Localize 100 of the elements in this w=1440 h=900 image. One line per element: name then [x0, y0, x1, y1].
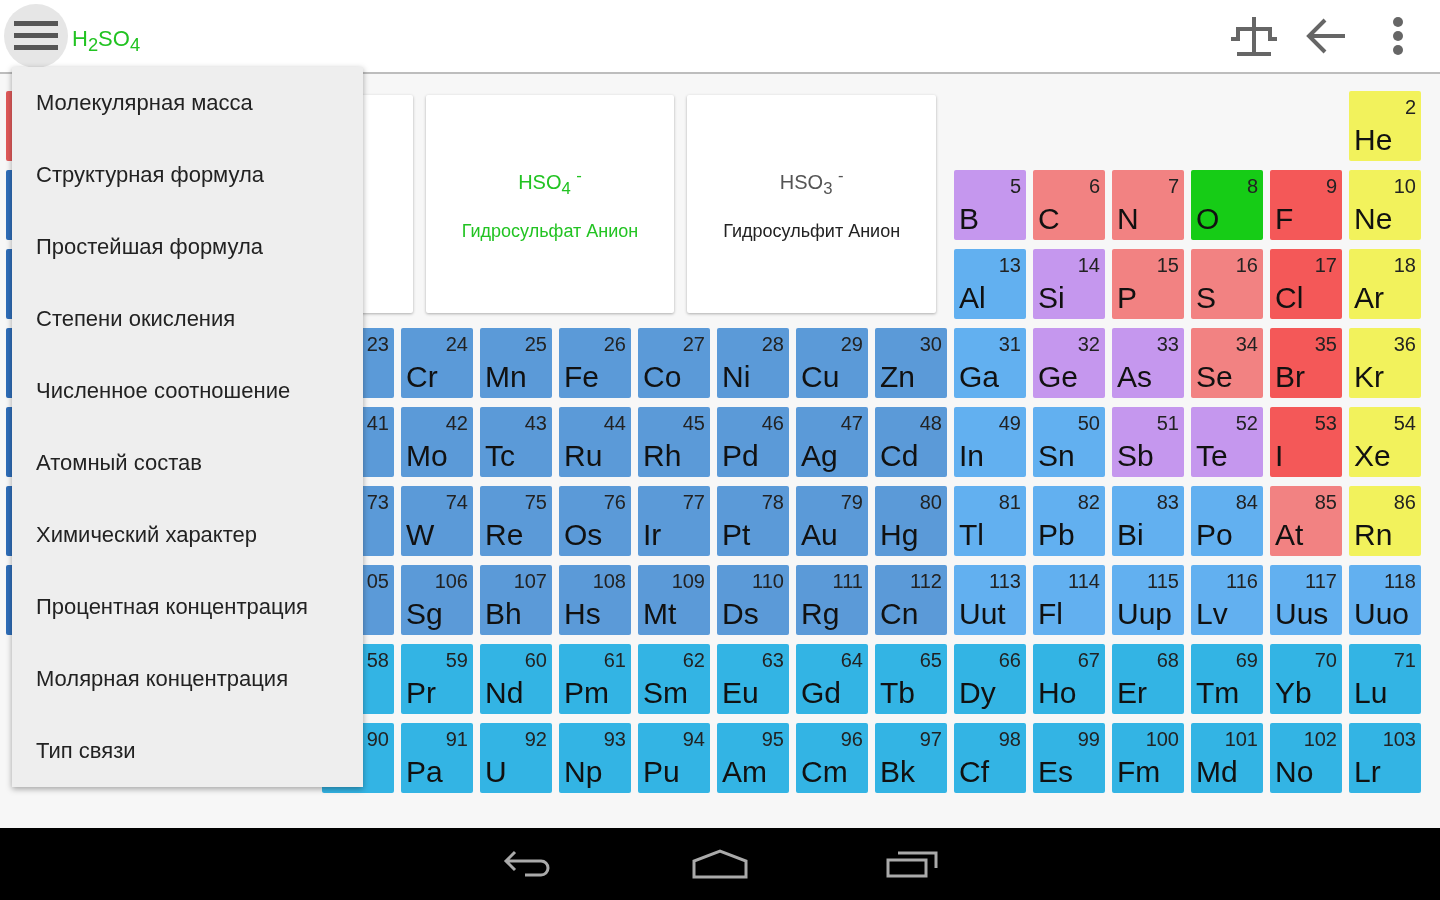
element-tile[interactable]: 102 No — [1270, 723, 1342, 793]
element-tile[interactable]: 111 Rg — [796, 565, 868, 635]
menu-item[interactable]: Химический характер — [12, 499, 363, 571]
element-tile[interactable]: 77 Ir — [638, 486, 710, 556]
element-tile[interactable]: 7 N — [1112, 170, 1184, 240]
element-tile[interactable]: 59 Pr — [401, 644, 473, 714]
element-tile[interactable]: 85 At — [1270, 486, 1342, 556]
element-tile[interactable]: 96 Cm — [796, 723, 868, 793]
menu-item[interactable]: Молекулярная масса — [12, 67, 363, 139]
element-tile[interactable]: 5 B — [954, 170, 1026, 240]
element-tile[interactable]: 103 Lr — [1349, 723, 1421, 793]
element-tile[interactable]: 101 Md — [1191, 723, 1263, 793]
element-tile[interactable]: 33 As — [1112, 328, 1184, 398]
element-tile[interactable]: 107 Bh — [480, 565, 552, 635]
element-tile[interactable]: 100 Fm — [1112, 723, 1184, 793]
element-tile[interactable]: 60 Nd — [480, 644, 552, 714]
element-tile[interactable]: 16 S — [1191, 249, 1263, 319]
element-tile[interactable]: 93 Np — [559, 723, 631, 793]
element-tile[interactable]: 13 Al — [954, 249, 1026, 319]
element-tile[interactable]: 110 Ds — [717, 565, 789, 635]
element-tile[interactable]: 70 Yb — [1270, 644, 1342, 714]
element-tile[interactable]: 45 Rh — [638, 407, 710, 477]
element-tile[interactable]: 114 Fl — [1033, 565, 1105, 635]
element-tile[interactable]: 71 Lu — [1349, 644, 1421, 714]
element-tile[interactable]: 91 Pa — [401, 723, 473, 793]
element-tile[interactable]: 108 Hs — [559, 565, 631, 635]
element-tile[interactable]: 24 Cr — [401, 328, 473, 398]
element-tile[interactable]: 112 Cn — [875, 565, 947, 635]
element-tile[interactable]: 8 O — [1191, 170, 1263, 240]
element-tile[interactable]: 99 Es — [1033, 723, 1105, 793]
element-tile[interactable]: 63 Eu — [717, 644, 789, 714]
element-tile[interactable]: 115 Uup — [1112, 565, 1184, 635]
element-tile[interactable]: 44 Ru — [559, 407, 631, 477]
element-tile[interactable]: 64 Gd — [796, 644, 868, 714]
element-tile[interactable]: 49 In — [954, 407, 1026, 477]
element-tile[interactable]: 62 Sm — [638, 644, 710, 714]
element-tile[interactable]: 9 F — [1270, 170, 1342, 240]
menu-item[interactable]: Молярная концентрация — [12, 643, 363, 715]
element-tile[interactable]: 92 U — [480, 723, 552, 793]
element-tile[interactable]: 43 Tc — [480, 407, 552, 477]
element-tile[interactable]: 31 Ga — [954, 328, 1026, 398]
element-tile[interactable]: 27 Co — [638, 328, 710, 398]
element-tile[interactable]: 82 Pb — [1033, 486, 1105, 556]
element-tile[interactable]: 54 Xe — [1349, 407, 1421, 477]
menu-item[interactable]: Численное соотношение — [12, 355, 363, 427]
element-tile[interactable]: 51 Sb — [1112, 407, 1184, 477]
element-tile[interactable]: 68 Er — [1112, 644, 1184, 714]
element-tile[interactable]: 118 Uuo — [1349, 565, 1421, 635]
element-tile[interactable]: 67 Ho — [1033, 644, 1105, 714]
element-tile[interactable]: 69 Tm — [1191, 644, 1263, 714]
menu-item[interactable]: Простейшая формула — [12, 211, 363, 283]
element-tile[interactable]: 94 Pu — [638, 723, 710, 793]
element-tile[interactable]: 34 Se — [1191, 328, 1263, 398]
element-tile[interactable]: 25 Mn — [480, 328, 552, 398]
element-tile[interactable]: 83 Bi — [1112, 486, 1184, 556]
element-tile[interactable]: 117 Uus — [1270, 565, 1342, 635]
element-tile[interactable]: 113 Uut — [954, 565, 1026, 635]
element-tile[interactable]: 42 Mo — [401, 407, 473, 477]
element-tile[interactable]: 6 C — [1033, 170, 1105, 240]
element-tile[interactable]: 78 Pt — [717, 486, 789, 556]
element-tile[interactable]: 35 Br — [1270, 328, 1342, 398]
element-tile[interactable]: 26 Fe — [559, 328, 631, 398]
element-tile[interactable]: 50 Sn — [1033, 407, 1105, 477]
element-tile[interactable]: 75 Re — [480, 486, 552, 556]
element-tile[interactable]: 86 Rn — [1349, 486, 1421, 556]
element-tile[interactable]: 84 Po — [1191, 486, 1263, 556]
element-tile[interactable]: 109 Mt — [638, 565, 710, 635]
element-tile[interactable]: 30 Zn — [875, 328, 947, 398]
element-tile[interactable]: 14 Si — [1033, 249, 1105, 319]
menu-item[interactable]: Атомный состав — [12, 427, 363, 499]
menu-item[interactable]: Структурная формула — [12, 139, 363, 211]
element-tile[interactable]: 47 Ag — [796, 407, 868, 477]
element-tile[interactable]: 2 He — [1349, 91, 1421, 161]
element-tile[interactable]: 36 Kr — [1349, 328, 1421, 398]
element-tile[interactable]: 61 Pm — [559, 644, 631, 714]
element-tile[interactable]: 76 Os — [559, 486, 631, 556]
element-tile[interactable]: 74 W — [401, 486, 473, 556]
element-tile[interactable]: 48 Cd — [875, 407, 947, 477]
element-tile[interactable]: 10 Ne — [1349, 170, 1421, 240]
element-tile[interactable]: 29 Cu — [796, 328, 868, 398]
element-tile[interactable]: 116 Lv — [1191, 565, 1263, 635]
element-tile[interactable]: 18 Ar — [1349, 249, 1421, 319]
element-tile[interactable]: 32 Ge — [1033, 328, 1105, 398]
element-tile[interactable]: 15 P — [1112, 249, 1184, 319]
element-tile[interactable]: 79 Au — [796, 486, 868, 556]
menu-item[interactable]: Тип связи — [12, 715, 363, 787]
element-tile[interactable]: 97 Bk — [875, 723, 947, 793]
element-tile[interactable]: 98 Cf — [954, 723, 1026, 793]
element-tile[interactable]: 46 Pd — [717, 407, 789, 477]
element-tile[interactable]: 80 Hg — [875, 486, 947, 556]
element-tile[interactable]: 81 Tl — [954, 486, 1026, 556]
element-tile[interactable]: 52 Te — [1191, 407, 1263, 477]
menu-item[interactable]: Степени окисления — [12, 283, 363, 355]
element-tile[interactable]: 17 Cl — [1270, 249, 1342, 319]
element-tile[interactable]: 106 Sg — [401, 565, 473, 635]
element-tile[interactable]: 95 Am — [717, 723, 789, 793]
element-tile[interactable]: 65 Tb — [875, 644, 947, 714]
menu-item[interactable]: Процентная концентрация — [12, 571, 363, 643]
element-tile[interactable]: 66 Dy — [954, 644, 1026, 714]
element-tile[interactable]: 28 Ni — [717, 328, 789, 398]
